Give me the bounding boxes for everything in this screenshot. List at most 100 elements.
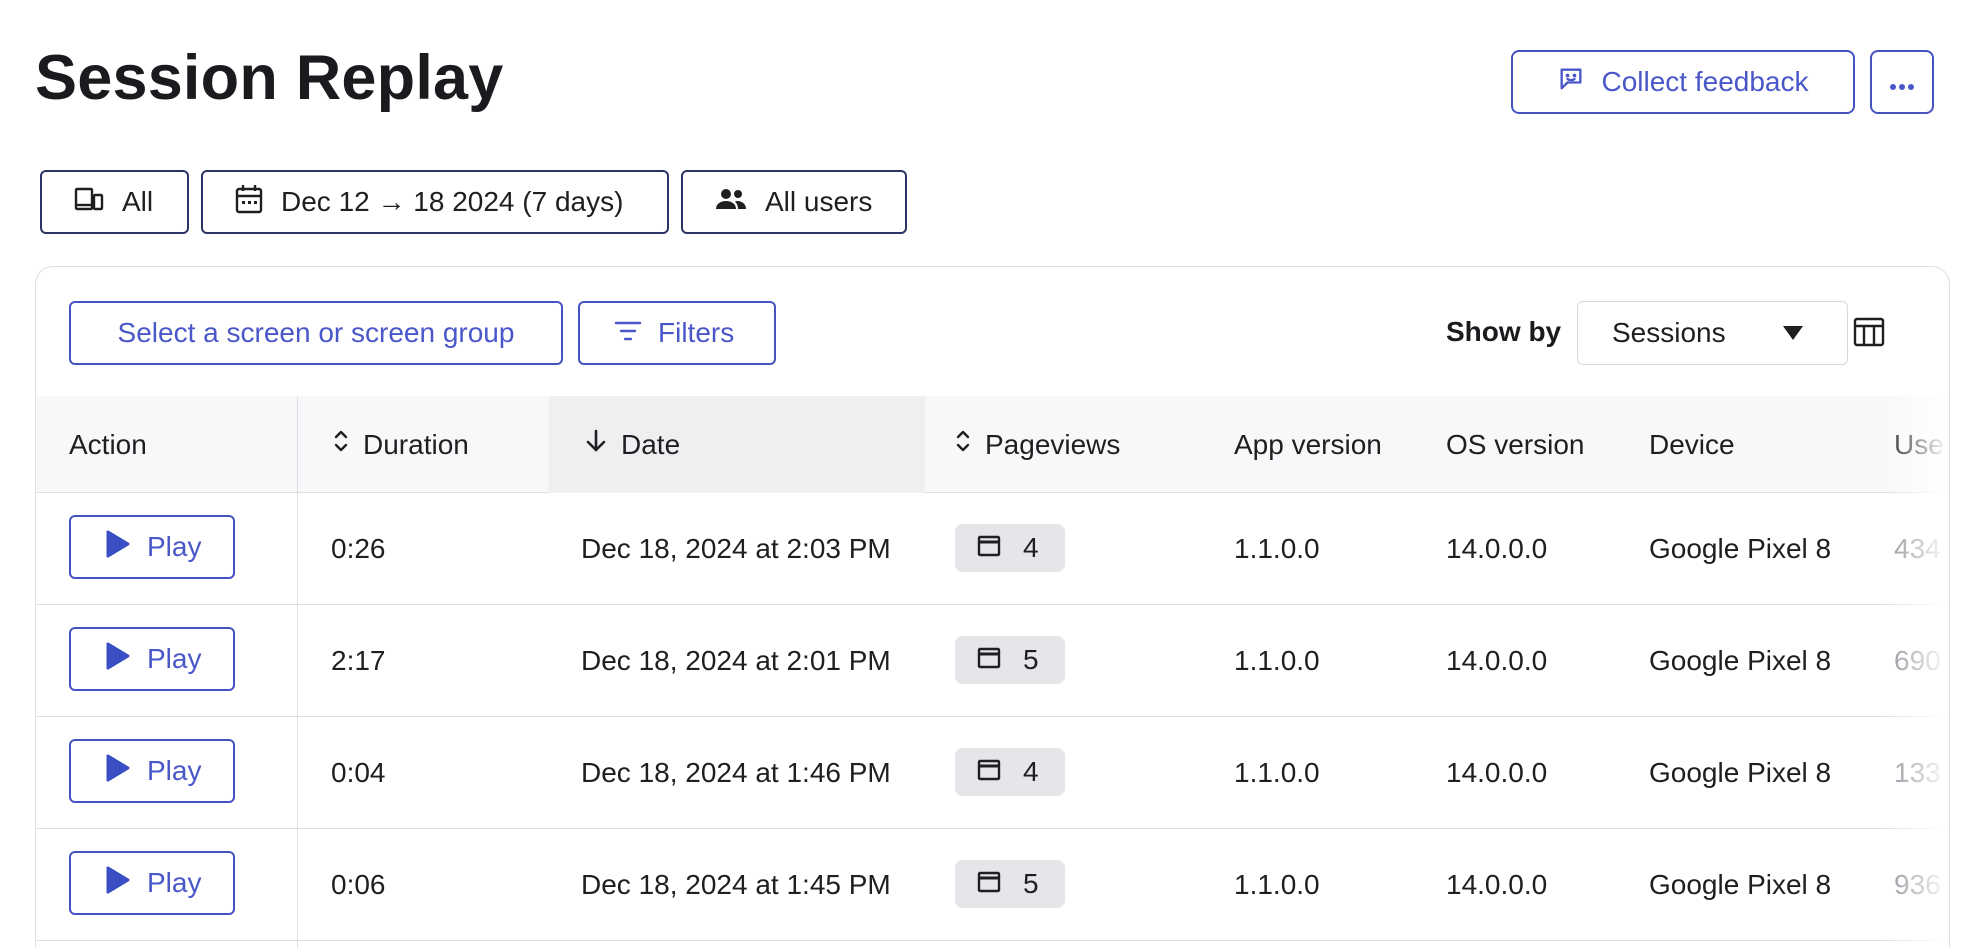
os-version-cell: 14.0.0.0 (1446, 868, 1548, 900)
users-icon (715, 186, 747, 218)
filters-button[interactable]: Filters (578, 301, 776, 365)
table-row: Play 0:26 Dec 18, 2024 at 2:03 PM 4 1.1.… (36, 493, 1949, 605)
date-cell: Dec 18, 2024 at 1:45 PM (581, 868, 891, 900)
device-filter-label: All (122, 186, 154, 217)
users-filter-chip[interactable]: All users (681, 170, 907, 234)
show-by-value: Sessions (1612, 317, 1726, 348)
show-by-select[interactable]: Sessions (1577, 301, 1848, 365)
play-label: Play (147, 867, 202, 898)
date-range-label: Dec 12 → 18 2024 (7 days) (281, 186, 624, 217)
play-button[interactable]: Play (69, 851, 235, 915)
table-header-row: Action Duration Date Pageviews App versi… (36, 396, 1949, 493)
column-header-action: Action (69, 396, 297, 493)
user-cell: 434 (1894, 532, 1941, 564)
play-triangle-icon (105, 865, 131, 902)
play-triangle-icon (105, 753, 131, 790)
calendar-icon (235, 184, 263, 221)
action-column-divider (297, 396, 298, 948)
app-version-cell: 1.1.0.0 (1234, 532, 1320, 564)
window-icon (977, 644, 1001, 676)
play-triangle-icon (105, 641, 131, 678)
pageviews-count: 5 (1023, 644, 1039, 675)
device-cell: Google Pixel 8 (1649, 532, 1832, 564)
filters-label: Filters (658, 317, 735, 348)
column-header-device-label: Device (1649, 428, 1735, 460)
os-version-cell: 14.0.0.0 (1446, 756, 1548, 788)
column-header-date[interactable]: Date (549, 396, 925, 493)
column-header-duration-label: Duration (363, 428, 469, 460)
columns-icon (1853, 317, 1885, 350)
window-icon (977, 868, 1001, 900)
feedback-smiley-icon (1557, 65, 1585, 100)
play-label: Play (147, 643, 202, 674)
pageviews-badge: 4 (955, 524, 1065, 572)
column-header-os-version[interactable]: OS version (1446, 396, 1585, 493)
date-cell: Dec 18, 2024 at 2:03 PM (581, 532, 891, 564)
duration-cell: 0:26 (331, 532, 386, 564)
duration-cell: 0:06 (331, 868, 386, 900)
pageviews-count: 5 (1023, 868, 1039, 899)
column-header-date-label: Date (621, 428, 681, 460)
column-header-user-label: Use (1894, 428, 1944, 460)
device-cell: Google Pixel 8 (1649, 868, 1832, 900)
pageviews-badge: 4 (955, 748, 1065, 796)
play-button[interactable]: Play (69, 739, 235, 803)
date-cell: Dec 18, 2024 at 1:46 PM (581, 756, 891, 788)
column-header-duration[interactable]: Duration (298, 396, 584, 493)
more-dots-icon (1889, 66, 1915, 98)
device-cell: Google Pixel 8 (1649, 756, 1832, 788)
sort-down-arrow-icon (585, 428, 607, 461)
user-cell: 936 (1894, 868, 1941, 900)
app-version-cell: 1.1.0.0 (1234, 868, 1320, 900)
device-filter-chip[interactable]: All (40, 170, 189, 234)
duration-cell: 0:04 (331, 756, 386, 788)
column-header-action-label: Action (69, 428, 147, 460)
column-header-device[interactable]: Device (1649, 396, 1735, 493)
column-settings-button[interactable] (1851, 315, 1887, 351)
column-header-os-version-label: OS version (1446, 428, 1585, 460)
play-button[interactable]: Play (69, 515, 235, 579)
duration-cell: 2:17 (331, 644, 386, 676)
app-version-cell: 1.1.0.0 (1234, 756, 1320, 788)
sort-updown-icon (333, 428, 349, 461)
play-label: Play (147, 755, 202, 786)
app-version-cell: 1.1.0.0 (1234, 644, 1320, 676)
sort-updown-icon (955, 428, 971, 461)
table-row: Play 0:06 Dec 18, 2024 at 1:45 PM 5 1.1.… (36, 829, 1949, 941)
column-header-pageviews-label: Pageviews (985, 428, 1121, 460)
filter-lines-icon (614, 317, 642, 349)
date-range-chip[interactable]: Dec 12 → 18 2024 (7 days) (201, 170, 669, 234)
play-label: Play (147, 531, 202, 562)
column-header-pageviews[interactable]: Pageviews (925, 396, 1205, 493)
play-button[interactable]: Play (69, 627, 235, 691)
select-screen-button[interactable]: Select a screen or screen group (69, 301, 563, 365)
column-header-app-version-label: App version (1234, 428, 1382, 460)
devices-icon (74, 186, 104, 219)
window-icon (977, 756, 1001, 788)
sessions-card: Select a screen or screen group Filters … (35, 266, 1950, 948)
window-icon (977, 532, 1001, 564)
table-row: Play 0:04 Dec 18, 2024 at 1:46 PM 4 1.1.… (36, 717, 1949, 829)
users-filter-label: All users (765, 186, 873, 217)
user-cell: 133 (1894, 756, 1941, 788)
table-row: Play 2:17 Dec 18, 2024 at 2:01 PM 5 1.1.… (36, 605, 1949, 717)
show-by-label: Show by (1446, 316, 1562, 347)
pageviews-badge: 5 (955, 636, 1065, 684)
os-version-cell: 14.0.0.0 (1446, 532, 1548, 564)
select-screen-label: Select a screen or screen group (117, 317, 515, 348)
pageviews-badge: 5 (955, 860, 1065, 908)
pageviews-count: 4 (1023, 756, 1039, 787)
pageviews-count: 4 (1023, 532, 1039, 563)
column-header-user[interactable]: Use (1894, 396, 1944, 493)
device-cell: Google Pixel 8 (1649, 644, 1832, 676)
date-cell: Dec 18, 2024 at 2:01 PM (581, 644, 891, 676)
sessions-table: Action Duration Date Pageviews App versi… (36, 396, 1949, 948)
collect-feedback-label: Collect feedback (1601, 66, 1809, 97)
more-options-button[interactable] (1870, 50, 1934, 114)
os-version-cell: 14.0.0.0 (1446, 644, 1548, 676)
page-title: Session Replay (35, 43, 504, 113)
play-triangle-icon (105, 529, 131, 566)
column-header-app-version[interactable]: App version (1234, 396, 1382, 493)
user-cell: 690 (1894, 644, 1941, 676)
collect-feedback-button[interactable]: Collect feedback (1511, 50, 1855, 114)
